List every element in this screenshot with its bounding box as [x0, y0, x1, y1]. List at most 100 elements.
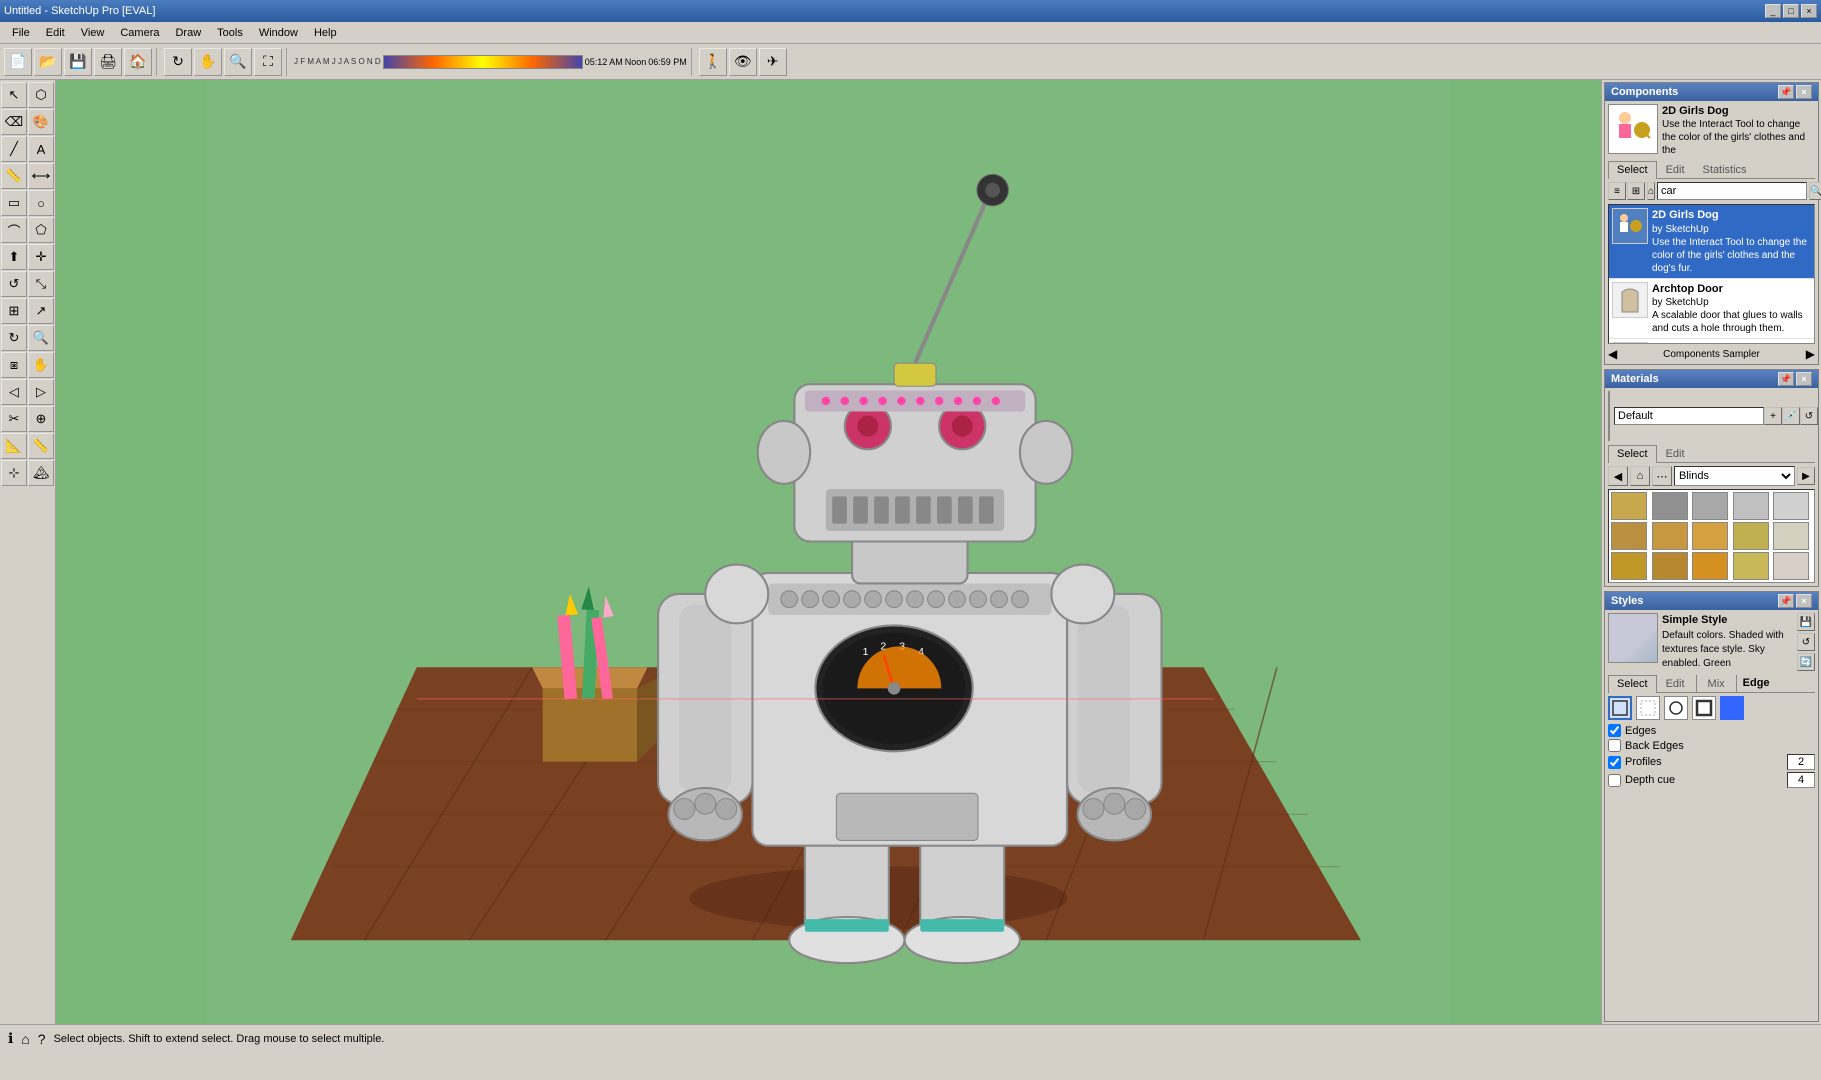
component-item-bed[interactable]: Bed by SketchUp Configurable Platform Be… [1609, 339, 1814, 344]
styles-refresh-button[interactable]: 🔄 [1797, 653, 1815, 671]
push-pull-tool[interactable]: ⬆ [1, 244, 27, 270]
text-tool[interactable]: A [28, 136, 54, 162]
new-button[interactable]: 📄 [4, 48, 32, 76]
search-icon[interactable]: 🔍 [1809, 182, 1821, 200]
line-tool[interactable]: ╱ [1, 136, 27, 162]
depth-cue-checkbox[interactable] [1608, 774, 1621, 787]
sandbox-tool[interactable]: 🏔 [28, 460, 54, 486]
edge-back-icon[interactable] [1636, 696, 1660, 720]
polygon-tool[interactable]: ⬠ [28, 217, 54, 243]
nav-home-button[interactable]: ⌂ [1647, 182, 1655, 200]
styles-pin-button[interactable]: 📌 [1778, 594, 1794, 608]
protractor-tool[interactable]: 📏 [28, 433, 54, 459]
component-tool[interactable]: ⬡ [28, 82, 54, 108]
arc-tool[interactable]: ⌒ [1, 217, 27, 243]
component-item-2dgirls[interactable]: 2D Girls Dog by SketchUp Use the Interac… [1609, 205, 1814, 278]
pan-tool[interactable]: ✋ [28, 352, 54, 378]
materials-category-dropdown[interactable]: Blinds Wood Stone Tile [1674, 466, 1795, 486]
profiles-value-input[interactable] [1787, 754, 1815, 770]
tab-styles-mix[interactable]: Mix [1699, 675, 1734, 692]
materials-pin-button[interactable]: 📌 [1778, 372, 1794, 386]
section-plane-tool[interactable]: ✂ [1, 406, 27, 432]
materials-options-button[interactable]: ▶ [1797, 467, 1815, 485]
menu-edit[interactable]: Edit [38, 25, 73, 41]
open-button[interactable]: 📂 [34, 48, 62, 76]
rect-tool[interactable]: ▭ [1, 190, 27, 216]
menu-camera[interactable]: Camera [112, 25, 167, 41]
menu-tools[interactable]: Tools [209, 25, 251, 41]
offset-tool[interactable]: ⊞ [1, 298, 27, 324]
menu-view[interactable]: View [73, 25, 113, 41]
viewport[interactable]: 1 2 3 4 [56, 80, 1601, 1024]
pan-button[interactable]: ✋ [194, 48, 222, 76]
mat-swatch-7[interactable] [1652, 522, 1688, 550]
move-tool[interactable]: ✛ [28, 244, 54, 270]
menu-draw[interactable]: Draw [167, 25, 209, 41]
look-around-button[interactable]: 👁 [729, 48, 757, 76]
edge-display-icon[interactable] [1664, 696, 1688, 720]
rotate-tool[interactable]: ↺ [1, 271, 27, 297]
mat-swatch-8[interactable] [1692, 522, 1728, 550]
tab-styles-edit[interactable]: Edit [1657, 675, 1694, 692]
zoom-tool[interactable]: 🔍 [28, 325, 54, 351]
mat-swatch-9[interactable] [1733, 522, 1769, 550]
mat-back-button[interactable]: ◀ [1608, 466, 1628, 486]
tab-components-select[interactable]: Select [1608, 161, 1657, 179]
mat-swatch-14[interactable] [1733, 552, 1769, 580]
mat-swatch-11[interactable] [1611, 552, 1647, 580]
menu-help[interactable]: Help [306, 25, 345, 41]
component-list[interactable]: 2D Girls Dog by SketchUp Use the Interac… [1608, 204, 1815, 344]
components-close-button[interactable]: × [1796, 85, 1812, 99]
orbit-button[interactable]: ↻ [164, 48, 192, 76]
maximize-button[interactable]: □ [1783, 4, 1799, 18]
back-edges-checkbox[interactable] [1608, 739, 1621, 752]
tab-materials-edit[interactable]: Edit [1657, 445, 1694, 462]
material-sample-button[interactable]: 💉 [1782, 407, 1800, 425]
minimize-button[interactable]: _ [1765, 4, 1781, 18]
view-grid-button[interactable]: ⊞ [1627, 182, 1645, 200]
edge-blue-square-icon[interactable] [1720, 696, 1744, 720]
orbit-tool[interactable]: ↻ [1, 325, 27, 351]
styles-save-button[interactable]: 💾 [1797, 613, 1815, 631]
next-view-tool[interactable]: ▷ [28, 379, 54, 405]
material-name-input[interactable] [1614, 407, 1764, 425]
tab-styles-select[interactable]: Select [1608, 675, 1657, 693]
home-button[interactable]: 🏠 [124, 48, 152, 76]
mat-swatch-4[interactable] [1733, 492, 1769, 520]
mat-detail-button[interactable]: ⋯ [1652, 466, 1672, 486]
material-reset-button[interactable]: ↺ [1800, 407, 1818, 425]
axes-tool[interactable]: ⊹ [1, 460, 27, 486]
walk-tool-left[interactable]: ⊕ [28, 406, 54, 432]
zoom-extents-button[interactable]: ⛶ [254, 48, 282, 76]
component-search-input[interactable] [1657, 182, 1807, 200]
select-tool[interactable]: ↖ [1, 82, 27, 108]
tab-components-statistics[interactable]: Statistics [1694, 161, 1756, 178]
styles-close-button[interactable]: × [1796, 594, 1812, 608]
scale-tool[interactable]: ⤡ [28, 271, 54, 297]
walk-button[interactable]: 🚶 [699, 48, 727, 76]
depth-cue-value-input[interactable] [1787, 772, 1815, 788]
previous-view-tool[interactable]: ◁ [1, 379, 27, 405]
zoom-window-tool[interactable]: ⧆ [1, 352, 27, 378]
save-button[interactable]: 💾 [64, 48, 92, 76]
menu-file[interactable]: File [4, 25, 38, 41]
mat-swatch-10[interactable] [1773, 522, 1809, 550]
mat-swatch-15[interactable] [1773, 552, 1809, 580]
menu-window[interactable]: Window [251, 25, 306, 41]
fly-button[interactable]: ✈ [759, 48, 787, 76]
edge-toggle-icon[interactable] [1608, 696, 1632, 720]
tab-materials-select[interactable]: Select [1608, 445, 1657, 463]
components-pin-button[interactable]: 📌 [1778, 85, 1794, 99]
close-button[interactable]: × [1801, 4, 1817, 18]
material-create-button[interactable]: + [1764, 407, 1782, 425]
nav-next-arrow[interactable]: ▶ [1806, 347, 1815, 361]
nav-prev-arrow[interactable]: ◀ [1608, 347, 1617, 361]
component-item-archtop[interactable]: Archtop Door by SketchUp A scalable door… [1609, 279, 1814, 339]
paint-tool[interactable]: 🎨 [28, 109, 54, 135]
tape-tool[interactable]: 📏 [1, 163, 27, 189]
zoom-button[interactable]: 🔍 [224, 48, 252, 76]
mat-swatch-5[interactable] [1773, 492, 1809, 520]
mat-swatch-13[interactable] [1692, 552, 1728, 580]
mat-swatch-1[interactable] [1611, 492, 1647, 520]
view-details-button[interactable]: ≡ [1608, 182, 1626, 200]
